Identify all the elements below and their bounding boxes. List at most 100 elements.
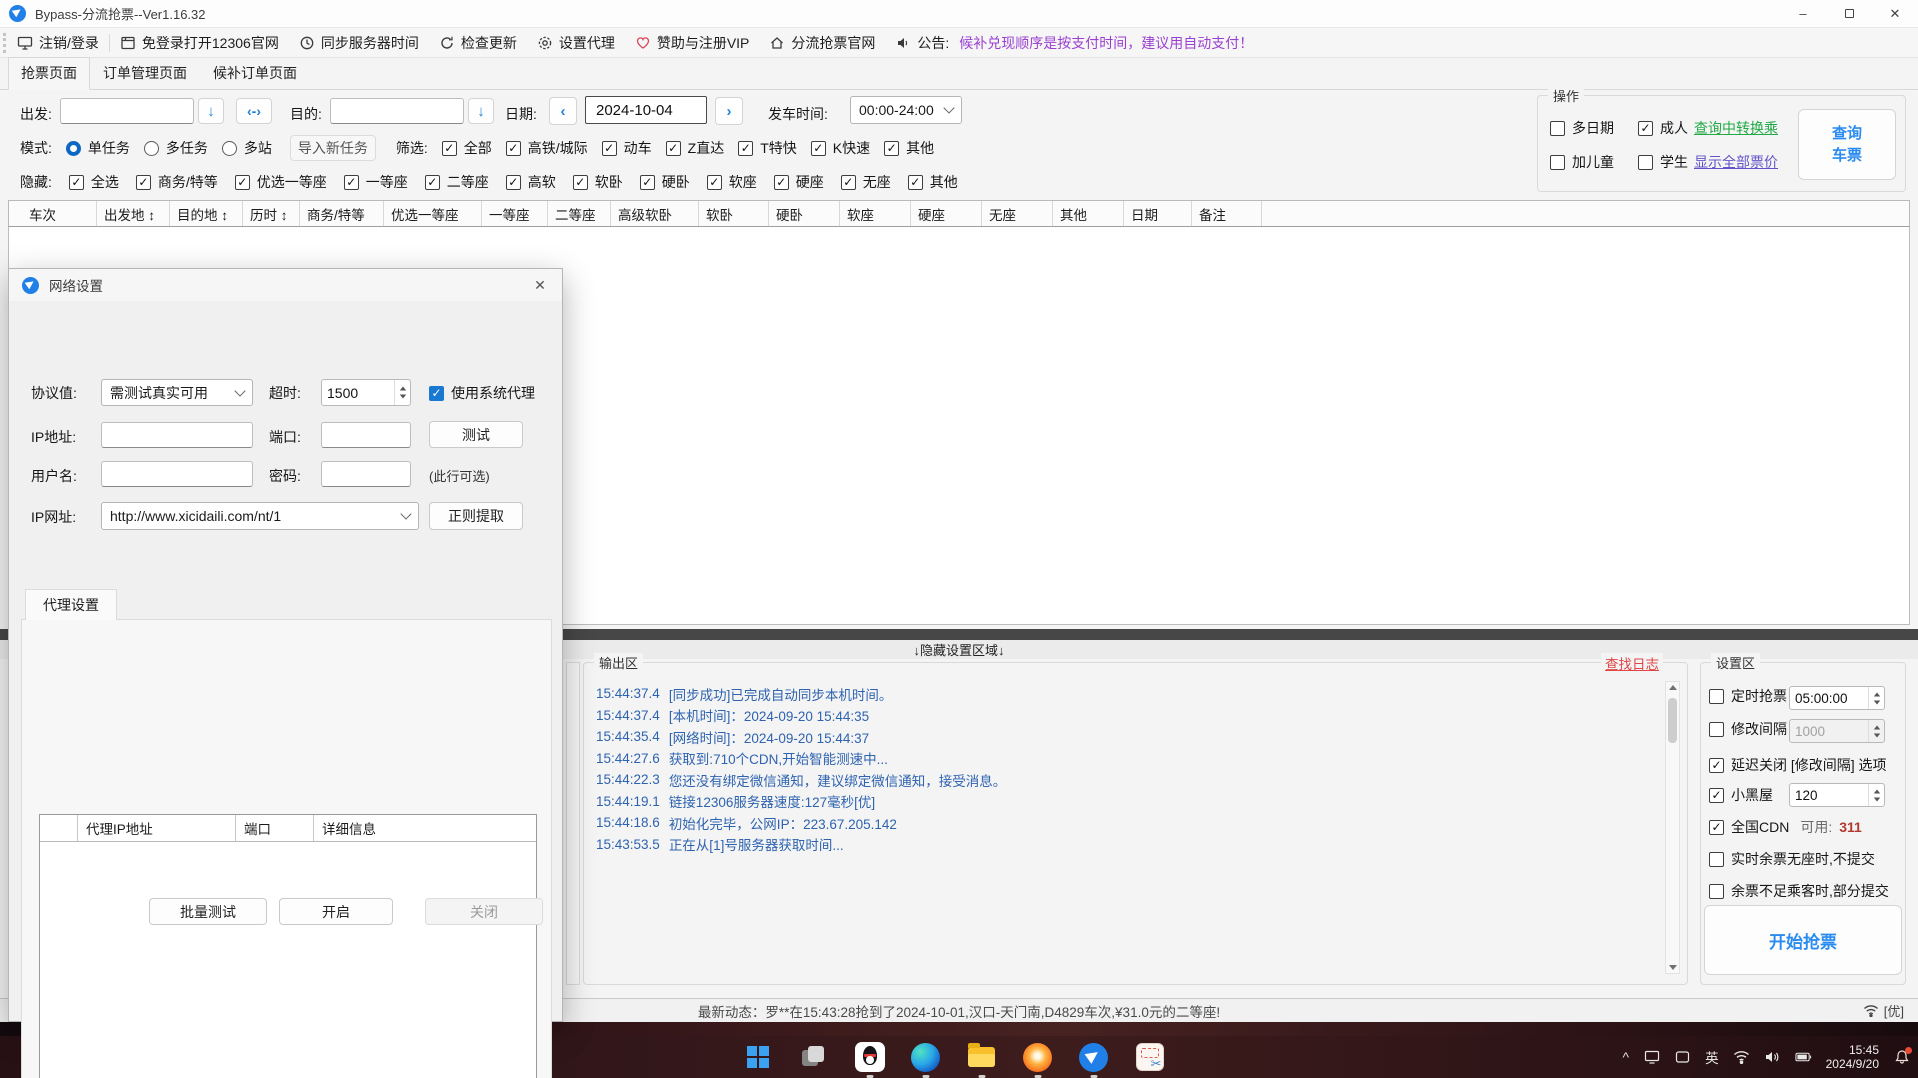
column-header[interactable]: 优选一等座 (384, 201, 482, 226)
hide-no-seat[interactable]: 无座 (841, 172, 891, 192)
spinner-arrows[interactable] (1868, 720, 1884, 742)
protocol-select[interactable]: 需测试真实可用 (101, 379, 253, 406)
start-button[interactable] (742, 1042, 773, 1073)
filter-z-train[interactable]: Z直达 (666, 138, 725, 158)
setting-national-cdn[interactable]: 全国CDN 可用: 311 (1709, 817, 1862, 837)
column-header[interactable]: 日期 (1124, 201, 1192, 226)
column-header[interactable]: 无座 (982, 201, 1053, 226)
ip-address-input[interactable] (101, 422, 253, 448)
spinner-down-icon[interactable] (399, 395, 405, 399)
language-indicator[interactable]: 英 (1705, 1047, 1719, 1067)
proxy-settings-tab[interactable]: 代理设置 (25, 589, 117, 620)
filter-all[interactable]: 全部 (442, 138, 492, 158)
ip-url-combo[interactable]: http://www.xicidaili.com/nt/1 (101, 502, 419, 530)
dialog-close-button[interactable]: ✕ (518, 269, 562, 301)
spinner-down-icon[interactable] (1873, 733, 1879, 737)
column-header[interactable]: 硬卧 (769, 201, 840, 226)
proxy-table[interactable]: 代理IP地址 端口 详细信息 (39, 814, 537, 1078)
filter-highspeed[interactable]: 高铁/城际 (506, 138, 588, 158)
to-history-button[interactable]: ↓ (468, 98, 494, 124)
ops-add-child[interactable]: 加儿童 (1550, 152, 1614, 172)
close-button[interactable]: ✕ (1872, 0, 1918, 27)
spinner-up-icon[interactable] (1873, 789, 1879, 793)
hide-business[interactable]: 商务/特等 (136, 172, 218, 192)
column-header[interactable]: 软座 (840, 201, 911, 226)
find-log-link[interactable]: 查找日志 (1601, 653, 1663, 673)
column-header[interactable]: 其他 (1053, 201, 1124, 226)
column-header[interactable]: 硬座 (911, 201, 982, 226)
toolbar-announcement[interactable]: 公告: (885, 33, 959, 53)
column-header[interactable]: 车次 (9, 201, 97, 226)
notification-bell[interactable] (1893, 1049, 1910, 1066)
hide-second-class[interactable]: 二等座 (425, 172, 489, 192)
ops-adult[interactable]: 成人 (1638, 118, 1688, 138)
scrollbar-thumb[interactable] (1668, 698, 1677, 743)
toolbar-sync-time[interactable]: 同步服务器时间 (289, 33, 429, 53)
spinner-up-icon[interactable] (1873, 725, 1879, 729)
taskbar-snipping-tool[interactable]: ✂ (1134, 1042, 1165, 1073)
tab-ticket-page[interactable]: 抢票页面 (8, 57, 90, 90)
column-header[interactable]: 二等座 (548, 201, 611, 226)
task-view-button[interactable] (798, 1042, 829, 1073)
interval-spinner[interactable]: 1000 (1789, 719, 1885, 743)
filter-other[interactable]: 其他 (884, 138, 934, 158)
left-scrollbar[interactable] (566, 662, 580, 985)
from-history-button[interactable]: ↓ (198, 98, 224, 124)
username-input[interactable] (101, 461, 253, 487)
tray-display-icon[interactable] (1643, 1049, 1660, 1066)
spinner-down-icon[interactable] (1873, 700, 1879, 704)
spinner-up-icon[interactable] (1873, 692, 1879, 696)
query-tickets-button[interactable]: 查询 车票 (1798, 109, 1896, 180)
minimize-button[interactable]: – (1780, 0, 1826, 27)
setting-blackroom[interactable]: 小黑屋 (1709, 785, 1773, 805)
hide-other[interactable]: 其他 (908, 172, 958, 192)
spinner-arrows[interactable] (1868, 687, 1884, 709)
column-header[interactable]: 出发地 ↕ (97, 201, 170, 226)
hide-soft-seat[interactable]: 软座 (707, 172, 757, 192)
mode-multi-station[interactable]: 多站 (222, 138, 272, 158)
filter-k-train[interactable]: K快速 (811, 138, 870, 158)
toolbar-proxy-settings[interactable]: 设置代理 (527, 33, 625, 53)
import-task-button[interactable]: 导入新任务 (290, 135, 376, 161)
open-proxy-button[interactable]: 开启 (279, 898, 393, 925)
batch-test-button[interactable]: 批量测试 (149, 898, 267, 925)
column-header[interactable]: 商务/特等 (300, 201, 384, 226)
tab-order-management[interactable]: 订单管理页面 (90, 57, 200, 90)
depart-time-select[interactable]: 00:00-24:00 (850, 96, 962, 124)
setting-timed-grab[interactable]: 定时抢票 (1709, 686, 1787, 706)
toolbar-check-update[interactable]: 检查更新 (429, 33, 527, 53)
toolbar-official-site[interactable]: 分流抢票官网 (759, 33, 885, 53)
regex-extract-button[interactable]: 正则提取 (429, 502, 523, 530)
filter-d-train[interactable]: 动车 (602, 138, 652, 158)
show-all-prices-link[interactable]: 显示全部票价 (1694, 152, 1778, 172)
column-header[interactable]: 目的地 ↕ (170, 201, 243, 226)
port-input[interactable] (321, 422, 411, 448)
filter-t-train[interactable]: T特快 (738, 138, 797, 158)
spinner-down-icon[interactable] (1873, 797, 1879, 801)
toolbar-sponsor-vip[interactable]: 赞助与注册VIP (625, 33, 760, 53)
date-next-button[interactable]: › (715, 97, 743, 125)
taskbar-bitcomet[interactable] (1022, 1042, 1053, 1073)
timeout-spinner[interactable]: 1500 (321, 379, 411, 406)
tab-waitlist-orders[interactable]: 候补订单页面 (200, 57, 310, 90)
tray-expand-chevron[interactable]: ^ (1623, 1049, 1630, 1065)
column-header[interactable]: 历时 ↕ (243, 201, 300, 226)
proxy-col-ip[interactable]: 代理IP地址 (78, 815, 236, 841)
hide-select-all[interactable]: 全选 (69, 172, 119, 192)
setting-modify-interval[interactable]: 修改间隔 (1709, 719, 1787, 739)
close-proxy-button[interactable]: 关闭 (425, 898, 543, 925)
mode-multi-task[interactable]: 多任务 (144, 138, 208, 158)
volume-icon[interactable] (1764, 1049, 1781, 1066)
spinner-up-icon[interactable] (399, 387, 405, 391)
blackroom-spinner[interactable]: 120 (1789, 783, 1885, 807)
taskbar-edge[interactable] (910, 1042, 941, 1073)
toolbar-open-12306[interactable]: 免登录打开12306官网 (110, 33, 289, 53)
column-header[interactable]: 高级软卧 (611, 201, 699, 226)
spinner-arrows[interactable] (394, 380, 410, 405)
use-system-proxy[interactable]: 使用系统代理 (429, 383, 535, 403)
hide-hard-sleeper[interactable]: 硬卧 (640, 172, 690, 192)
column-header[interactable]: 备注 (1192, 201, 1262, 226)
date-input[interactable]: 2024-10-04 (585, 96, 707, 124)
tray-touchpad-icon[interactable] (1674, 1049, 1691, 1066)
setting-partial-submit[interactable]: 余票不足乘客时,部分提交 (1709, 881, 1889, 901)
